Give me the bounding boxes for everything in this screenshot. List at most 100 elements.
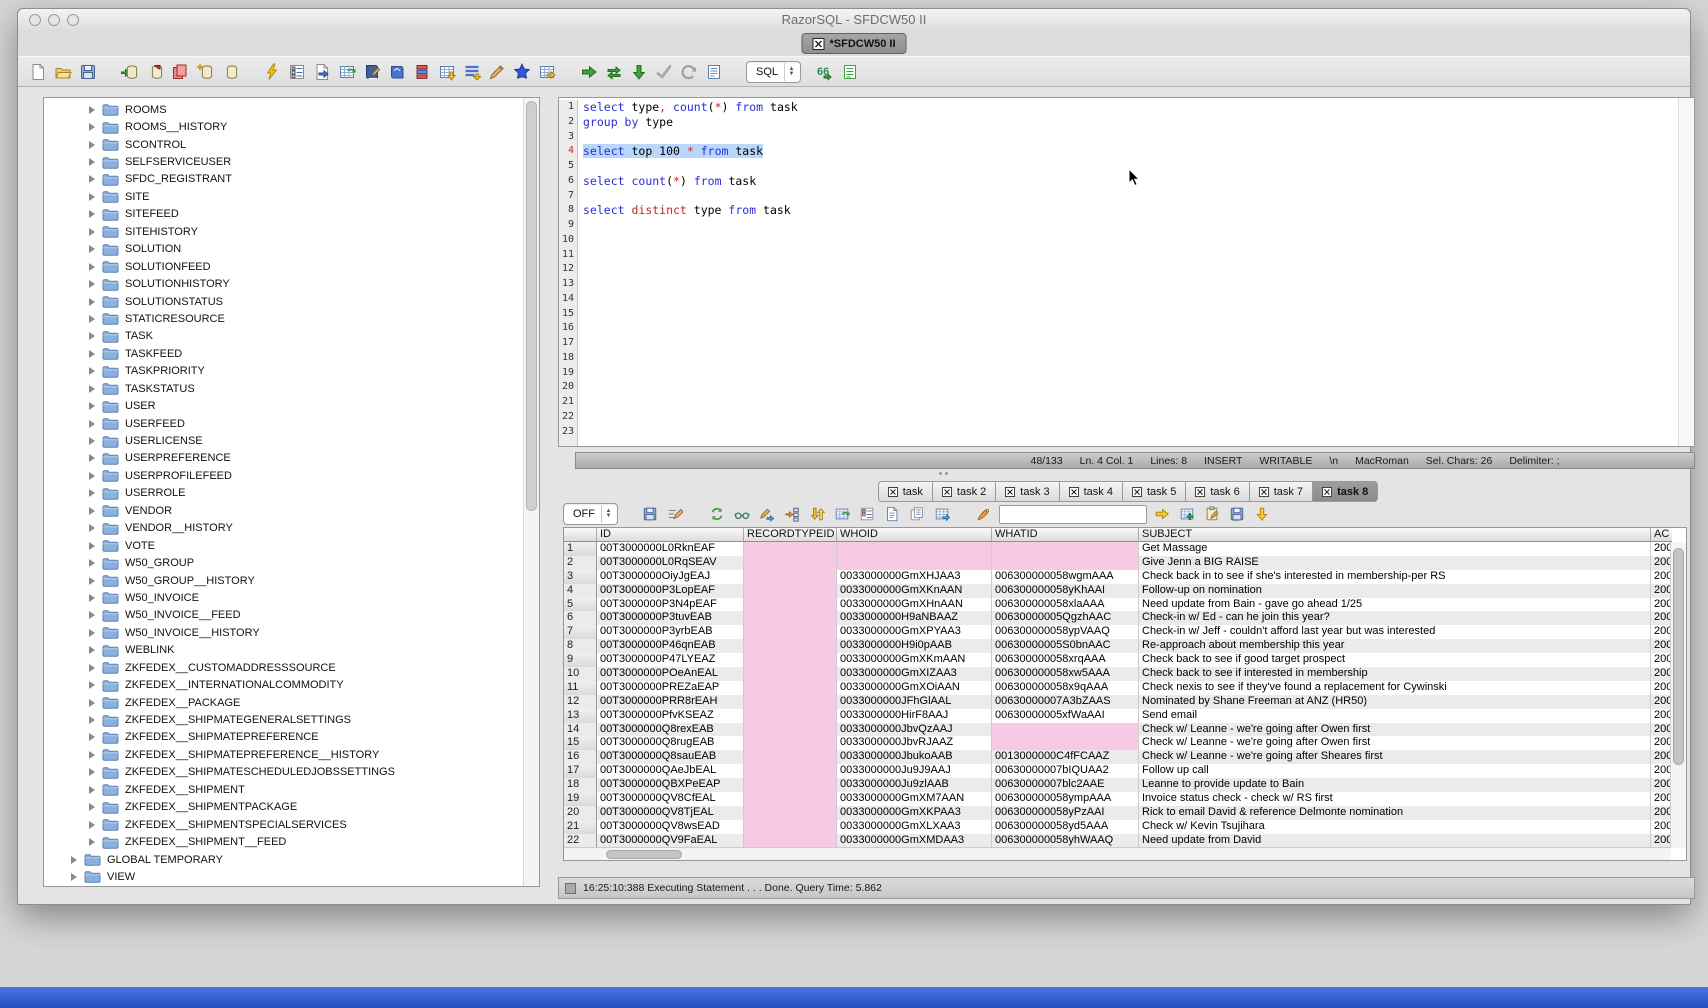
cell-ac[interactable]: 200 — [1651, 709, 1672, 723]
refresh-table-icon[interactable] — [337, 62, 357, 82]
cell-subj[interactable]: Check-in w/ Jeff - couldn't afford last … — [1139, 625, 1651, 639]
disclosure-triangle-icon[interactable] — [89, 472, 95, 480]
row-number-cell[interactable]: 17 — [564, 764, 597, 778]
disclosure-triangle-icon[interactable] — [71, 856, 77, 864]
cell-subj[interactable]: Leanne to provide update to Bain — [1139, 778, 1651, 792]
tree-item-sfdc-registrant[interactable]: SFDC_REGISTRANT — [44, 171, 523, 188]
cell-rt[interactable] — [744, 764, 837, 778]
titlebar[interactable]: RazorSQL - SFDCW50 II — [18, 9, 1690, 32]
tree-item-global-temporary[interactable]: GLOBAL TEMPORARY — [44, 851, 523, 868]
tree-item-zkfedex-shipmentpackage[interactable]: ZKFEDEX__SHIPMENTPACKAGE — [44, 799, 523, 816]
results-vscrollbar[interactable] — [1670, 542, 1686, 848]
disclosure-triangle-icon[interactable] — [89, 385, 95, 393]
tree-item-user[interactable]: USER — [44, 397, 523, 414]
cell-ac[interactable]: 200 — [1651, 736, 1672, 750]
export-page-icon[interactable] — [312, 62, 332, 82]
disclosure-triangle-icon[interactable] — [89, 367, 95, 375]
cell-who[interactable]: 0033000000Ju9J9AAJ — [837, 764, 992, 778]
new-file-icon[interactable] — [28, 62, 48, 82]
tab-close-icon[interactable] — [1259, 487, 1269, 497]
cell-subj[interactable]: Check w/ Kevin Tsujihara — [1139, 820, 1651, 834]
row-number-cell[interactable]: 22 — [564, 834, 597, 848]
cell-ac[interactable]: 200 — [1651, 625, 1672, 639]
row-number-cell[interactable]: 19 — [564, 792, 597, 806]
results-vscrollbar-thumb[interactable] — [1673, 548, 1684, 765]
copy-table-icon[interactable] — [932, 504, 952, 524]
document-tab[interactable]: *SFDCW50 II — [801, 33, 906, 54]
cell-what[interactable]: 006300000058ypVAAQ — [992, 625, 1139, 639]
row-number-cell[interactable]: 6 — [564, 611, 597, 625]
cell-subj[interactable]: Check-in w/ Ed - can he join this year? — [1139, 611, 1651, 625]
cell-ac[interactable]: 200 — [1651, 598, 1672, 612]
editor-line[interactable] — [583, 410, 1678, 425]
tree-item-zkfedex-shipmategeneralsettings[interactable]: ZKFEDEX__SHIPMATEGENERALSETTINGS — [44, 711, 523, 728]
table-row[interactable]: 1100T3000000PREZaEAP0033000000GmXOiAAN00… — [564, 681, 1686, 695]
tree-item-rooms[interactable]: ROOMS — [44, 101, 523, 118]
row-number-cell[interactable]: 9 — [564, 653, 597, 667]
row-number-cell[interactable]: 21 — [564, 820, 597, 834]
cell-what[interactable]: 00630000005S0bnAAC — [992, 639, 1139, 653]
row-number-cell[interactable]: 13 — [564, 709, 597, 723]
cell-who[interactable]: 0033000000GmXM7AAN — [837, 792, 992, 806]
row-number-cell[interactable]: 1 — [564, 542, 597, 556]
tree-item-w50-group-history[interactable]: W50_GROUP__HISTORY — [44, 572, 523, 589]
tree-item-zkfedex-customaddresssource[interactable]: ZKFEDEX__CUSTOMADDRESSSOURCE — [44, 659, 523, 676]
disclosure-triangle-icon[interactable] — [89, 437, 95, 445]
editor-line[interactable] — [583, 130, 1678, 145]
edit-pen-icon[interactable] — [487, 62, 507, 82]
refresh-green-icon[interactable] — [707, 504, 727, 524]
editor-line[interactable] — [583, 307, 1678, 322]
cell-ac[interactable]: 200 — [1651, 778, 1672, 792]
cell-what[interactable] — [992, 736, 1139, 750]
cell-rt[interactable] — [744, 625, 837, 639]
cell-subj[interactable]: Nominated by Shane Freeman at ANZ (HR50) — [1139, 695, 1651, 709]
table-row[interactable]: 600T3000000P3tuvEAB0033000000H9aNBAAZ006… — [564, 611, 1686, 625]
row-number-cell[interactable]: 11 — [564, 681, 597, 695]
disclosure-triangle-icon[interactable] — [89, 646, 95, 654]
cell-subj[interactable]: Check back to see if interested in membe… — [1139, 667, 1651, 681]
cell-ac[interactable]: 200 — [1651, 750, 1672, 764]
tree-item-vote[interactable]: VOTE — [44, 537, 523, 554]
disclosure-triangle-icon[interactable] — [89, 263, 95, 271]
disconnect-db-icon[interactable] — [145, 62, 165, 82]
table-row[interactable]: 400T3000000P3LopEAF0033000000GmXKnAAN006… — [564, 584, 1686, 598]
results-hscrollbar-thumb[interactable] — [606, 850, 682, 859]
editor-scrollbar[interactable] — [1678, 98, 1694, 446]
row-number-cell[interactable]: 15 — [564, 736, 597, 750]
cell-who[interactable]: 0033000000GmXIZAA3 — [837, 667, 992, 681]
cell-id[interactable]: 00T3000000Q8rugEAB — [597, 736, 744, 750]
page-blue-icon[interactable] — [882, 504, 902, 524]
table-row[interactable]: 1400T3000000Q8rexEAB0033000000JbvQzAAJCh… — [564, 723, 1686, 737]
cell-subj[interactable]: Invoice status check - check w/ RS first — [1139, 792, 1651, 806]
cell-who[interactable]: 0033000000GmXHJAA3 — [837, 570, 992, 584]
disclosure-triangle-icon[interactable] — [89, 594, 95, 602]
editor-line[interactable] — [583, 380, 1678, 395]
cell-subj[interactable]: Check w/ Leanne - we're going after Owen… — [1139, 723, 1651, 737]
cell-rt[interactable] — [744, 792, 837, 806]
cell-rt[interactable] — [744, 570, 837, 584]
tree-item-staticresource[interactable]: STATICRESOURCE — [44, 310, 523, 327]
cell-ac[interactable]: 200 — [1651, 820, 1672, 834]
cell-id[interactable]: 00T3000000POeAnEAL — [597, 667, 744, 681]
disclosure-triangle-icon[interactable] — [89, 332, 95, 340]
table-row[interactable]: 900T3000000P47LYEAZ0033000000GmXKmAAN006… — [564, 653, 1686, 667]
cell-id[interactable]: 00T3000000PRR8rEAH — [597, 695, 744, 709]
cell-id[interactable]: 00T3000000QV8wsEAD — [597, 820, 744, 834]
disclosure-triangle-icon[interactable] — [89, 106, 95, 114]
tree-item-zkfedex-package[interactable]: ZKFEDEX__PACKAGE — [44, 694, 523, 711]
cell-what[interactable]: 006300000058yd5AAA — [992, 820, 1139, 834]
disclosure-triangle-icon[interactable] — [89, 751, 95, 759]
cell-rt[interactable] — [744, 556, 837, 570]
disclosure-triangle-icon[interactable] — [89, 716, 95, 724]
cell-what[interactable]: 006300000058yPzAAI — [992, 806, 1139, 820]
cell-subj[interactable]: Rick to email David & reference Delmonte… — [1139, 806, 1651, 820]
tree-item-zkfedex-shipmatescheduledjobssettings[interactable]: ZKFEDEX__SHIPMATESCHEDULEDJOBSSETTINGS — [44, 764, 523, 781]
cell-subj[interactable]: Follow-up on nomination — [1139, 584, 1651, 598]
disclosure-triangle-icon[interactable] — [89, 821, 95, 829]
cell-ac[interactable]: 200 — [1651, 584, 1672, 598]
cell-who[interactable]: 0033000000JbvRJAAZ — [837, 736, 992, 750]
cell-id[interactable]: 00T3000000P46qnEAB — [597, 639, 744, 653]
clipboard-pen-icon[interactable] — [1202, 504, 1222, 524]
cell-ac[interactable]: 200 — [1651, 764, 1672, 778]
editor-line[interactable] — [583, 336, 1678, 351]
